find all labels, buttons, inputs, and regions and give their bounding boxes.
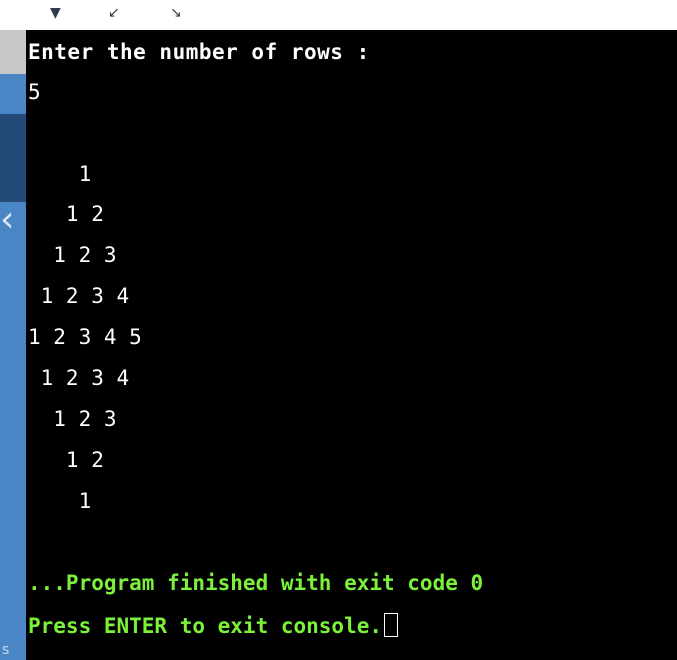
text-cursor [384, 613, 399, 637]
sidebar-strip: ‹ s [0, 30, 26, 660]
console-toolbar: ▼ ↙ ↘ [0, 0, 677, 30]
input-value: 5 [28, 80, 41, 104]
exit-message: ...Program finished with exit code 0 [28, 571, 484, 595]
export-arrow-icon[interactable]: ↘ [170, 4, 182, 22]
pattern-row: 1 2 [28, 202, 104, 226]
pattern-row: 1 [28, 162, 92, 186]
prompt-line: Enter the number of rows : [28, 40, 370, 64]
pattern-row: 1 2 3 4 [28, 284, 130, 308]
chevron-left-icon[interactable]: ‹ [0, 202, 14, 238]
pattern-row: 1 2 3 [28, 407, 117, 431]
sidebar-toggle[interactable]: ‹ [0, 114, 26, 238]
output-window: ▼ ↙ ↘ ‹ s Enter the number of rows : 5 1… [0, 0, 677, 660]
press-enter-message: Press ENTER to exit console. [28, 614, 383, 638]
press-enter-line: Press ENTER to exit console. [28, 613, 399, 638]
console-output[interactable]: Enter the number of rows : 5 1 1 2 1 2 3… [26, 30, 677, 660]
pattern-row: 1 [28, 489, 92, 513]
sidebar-partial-letter: s [2, 642, 10, 658]
pattern-row: 1 2 3 4 [28, 366, 130, 390]
sidebar-gray-segment [0, 30, 26, 74]
pattern-row: 1 2 3 [28, 243, 117, 267]
resize-arrow-icon[interactable]: ↙ [108, 4, 120, 22]
pattern-row: 1 2 3 4 5 [28, 325, 142, 349]
pattern-row: 1 2 [28, 448, 104, 472]
chevron-down-icon[interactable]: ▼ [50, 4, 61, 22]
